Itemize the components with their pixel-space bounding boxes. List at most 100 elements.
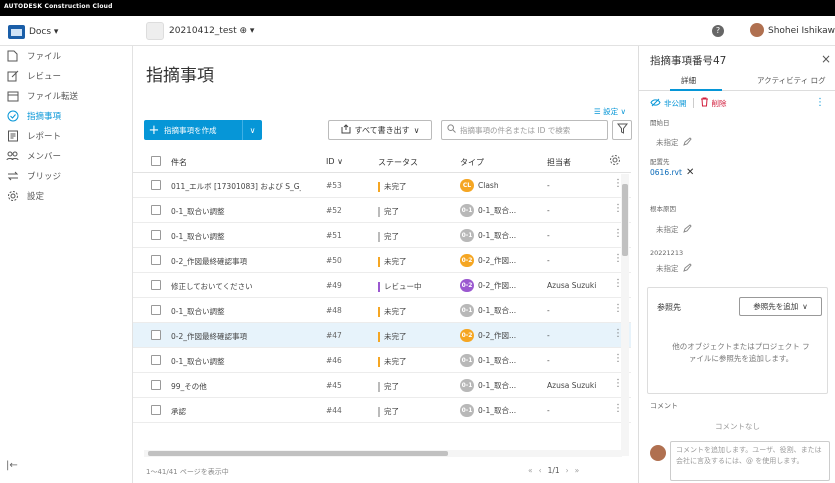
table-row[interactable]: 0-2_作図最終確認事項 #47 未完了 0-2 0-2_作図... - ⋮ [133,323,631,348]
status-indicator [378,356,380,367]
search-input[interactable] [460,125,607,135]
issue-name[interactable]: 0-1_取合い調整 [171,206,225,217]
type-badge: 0-2 [460,279,474,292]
assignee: - [547,406,550,415]
root-cause-field[interactable]: 未指定 [656,224,692,235]
comment-input[interactable]: コメントを追加します。ユーザ、役割、または会社に言及するには、@ を使用します。 [670,441,830,481]
tab-detail[interactable]: 詳細 [681,75,696,86]
user-name[interactable]: Shohei Ishikawa [768,26,835,36]
export-all-button[interactable]: すべて書き出す ∨ [328,120,432,140]
issue-name[interactable]: 0-1_取合い調整 [171,231,225,242]
column-header-assignee[interactable]: 担当者 [547,157,571,168]
row-checkbox[interactable] [151,330,161,340]
collapse-sidebar-icon[interactable]: |← [6,460,18,471]
placement-field[interactable]: 0616.rvt ✕ [650,167,694,178]
detail-tabs: 詳細 アクティビティ ログ [639,69,835,91]
status-badge: 未完了 [378,256,407,267]
issue-name[interactable]: 011_エルボ [17301083] および S_G_H... [171,181,301,192]
custom-attribute-field[interactable]: 未指定 [656,263,692,274]
start-date-value: 未指定 [656,138,679,147]
last-page-button[interactable]: » [575,466,580,475]
assignee: - [547,331,550,340]
delete-button[interactable]: 削除 [700,97,727,109]
more-icon[interactable]: ⋮ [815,97,825,108]
column-settings-icon[interactable] [609,154,621,168]
column-header-name[interactable]: 件名 [171,157,187,168]
row-checkbox[interactable] [151,280,161,290]
filter-button[interactable] [612,120,632,140]
issue-name[interactable]: 0-1_取合い調整 [171,356,225,367]
scrollbar-thumb[interactable] [148,451,448,456]
table-row[interactable]: 0-1_取合い調整 #48 未完了 0-1 0-1_取合... - ⋮ [133,298,631,323]
chevron-down-icon[interactable]: ∨ [242,120,262,140]
issue-name[interactable]: 0-2_作図最終確認事項 [171,256,247,267]
table-row[interactable]: 0-1_取合い調整 #46 未完了 0-1 0-1_取合... - ⋮ [133,348,631,373]
issue-name[interactable]: 修正しておいてください [171,281,253,292]
row-checkbox[interactable] [151,355,161,365]
issue-name[interactable]: 0-1_取合い調整 [171,306,225,317]
issue-name[interactable]: 99_その他 [171,381,207,392]
start-date-field[interactable]: 未指定 [656,137,692,148]
scrollbar-thumb[interactable] [622,184,628,256]
next-page-button[interactable]: › [566,466,569,475]
sidebar-item-issues[interactable]: 指摘事項 [0,106,132,126]
issue-name[interactable]: 承認 [171,406,186,417]
brand-logo: AUTODESK Construction Cloud [4,3,113,10]
app-switcher-label: Docs ▾ [29,26,59,37]
column-header-status[interactable]: ステータス [378,157,418,168]
first-page-button[interactable]: « [528,466,533,475]
app-switcher-button[interactable]: Docs ▾ [8,23,58,40]
type-label: 0-2_作図... [478,256,517,265]
horizontal-scrollbar[interactable] [144,450,622,457]
placement-value[interactable]: 0616.rvt [650,168,682,177]
status-label: レビュー中 [384,282,422,291]
vertical-scrollbar[interactable] [621,174,629,456]
row-checkbox[interactable] [151,405,161,415]
issue-detail-title: 指摘事項番号47 [650,55,727,67]
table-row[interactable]: 0-1_取合い調整 #52 完了 0-1 0-1_取合... - ⋮ [133,198,631,223]
table-row[interactable]: 0-1_取合い調整 #51 完了 0-1 0-1_取合... - ⋮ [133,223,631,248]
custom-attribute-value: 未指定 [656,264,679,273]
table-row[interactable]: 承認 #44 完了 0-1 0-1_取合... - ⋮ [133,398,631,423]
help-icon[interactable]: ? [712,25,724,37]
sidebar-item-label: ファイル [27,52,62,62]
prev-page-button[interactable]: ‹ [539,466,542,475]
sidebar-item-reviews[interactable]: レビュー [0,66,132,86]
type-badge: 0-1 [460,404,474,417]
issue-id: #48 [326,306,342,315]
row-checkbox[interactable] [151,180,161,190]
close-icon[interactable]: ✕ [686,167,694,178]
table-row[interactable]: 修正しておいてください #49 レビュー中 0-2 0-2_作図... Azusa Suz… [133,273,631,298]
column-header-type[interactable]: タイプ [460,157,484,168]
table-row[interactable]: 011_エルボ [17301083] および S_G_H...#53未完了CLC… [133,173,631,198]
row-checkbox[interactable] [151,205,161,215]
references-section: 参照先 参照先を追加 ∨ 他のオブジェクトまたはプロジェクト ファイルに参照先を… [647,287,828,394]
table-row[interactable]: 0-2_作図最終確認事項 #50 未完了 0-2 0-2_作図... - ⋮ [133,248,631,273]
table-row[interactable]: 99_その他 #45 完了 0-1 0-1_取合... Azusa Suzuki ⋮ [133,373,631,398]
add-reference-button[interactable]: 参照先を追加 ∨ [739,297,822,316]
sidebar-item-reports[interactable]: レポート [0,126,132,146]
search-field[interactable] [441,120,608,140]
row-checkbox[interactable] [151,380,161,390]
sidebar-item-transmittals[interactable]: ファイル転送 [0,86,132,106]
select-all-checkbox[interactable] [151,156,161,166]
assignee: - [547,181,550,190]
avatar[interactable] [750,23,764,37]
tab-activity-log[interactable]: アクティビティ ログ [757,75,826,86]
row-checkbox[interactable] [151,305,161,315]
status-indicator [378,406,380,417]
issue-name[interactable]: 0-2_作図最終確認事項 [171,331,247,342]
sidebar-item-bridge[interactable]: ブリッジ [0,166,132,186]
project-selector[interactable]: 20210412_test ⊕ ▾ [146,22,254,40]
close-icon[interactable]: × [821,52,831,66]
row-checkbox[interactable] [151,230,161,240]
view-settings-link[interactable]: ☰ 設定 ∨ [594,106,626,117]
sidebar-item-settings[interactable]: 設定 [0,186,132,206]
issue-id: #51 [326,231,342,240]
row-checkbox[interactable] [151,255,161,265]
sidebar-item-members[interactable]: メンバー [0,146,132,166]
sidebar-item-files[interactable]: ファイル [0,46,132,66]
column-header-id[interactable]: ID ∨ [326,157,343,166]
unpublish-button[interactable]: 非公開 [650,98,687,109]
create-issue-button[interactable]: + 指摘事項を作成 ∨ [144,120,262,140]
